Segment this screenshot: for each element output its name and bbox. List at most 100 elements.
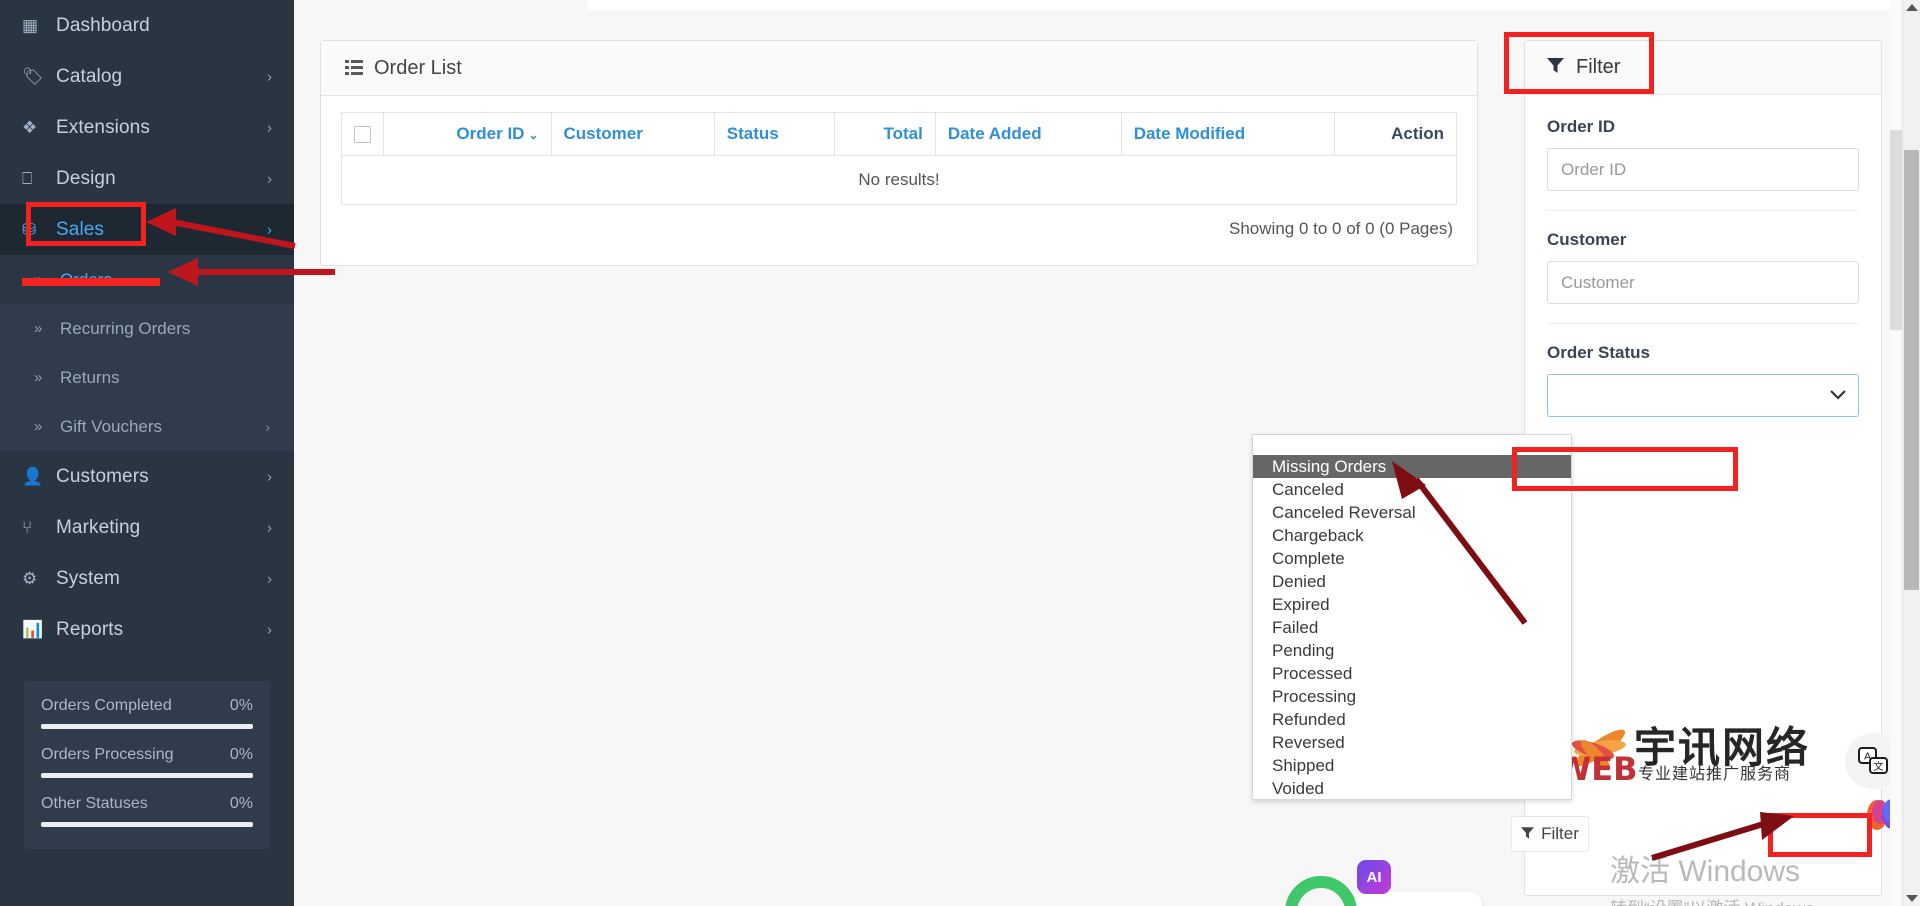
sidebar-subitem-label: Returns [60,367,120,387]
filter-group-order-id: Order ID Order ID [1547,117,1859,211]
double-chevron-icon: » [34,320,43,337]
dropdown-option-voided[interactable]: Voided [1253,777,1571,799]
sidebar-nav-bottom: 👤 Customers › ⑂ Marketing › ⚙ System › 📊 Reports › [0,451,294,655]
order-status-dropdown-list[interactable]: Missing Orders Canceled Canceled Reversal C… [1252,434,1572,800]
chevron-right-icon: › [267,119,272,136]
double-chevron-icon: » [34,369,43,386]
column-header-total[interactable]: Total [834,112,936,156]
column-header-status[interactable]: Status [713,112,836,156]
customer-input[interactable]: Customer [1547,261,1859,304]
column-header-date-modified[interactable]: Date Modified [1120,112,1336,156]
column-header-label: Date Added [947,124,1042,143]
dropdown-option-missing-orders[interactable]: Missing Orders [1253,455,1571,478]
sidebar-subitem-gift-vouchers[interactable]: » Gift Vouchers › [0,402,294,451]
column-header-label: Order ID [456,124,525,143]
chevron-right-icon: › [267,221,272,238]
dropdown-option-processed[interactable]: Processed [1253,662,1571,685]
order-table-header-row: Order ID ⌄ Customer Status Total Date Added Da… [341,112,1457,156]
chevron-down-icon [1830,387,1846,405]
order-id-input[interactable]: Order ID [1547,148,1859,191]
order-list-body: Order ID ⌄ Customer Status Total Date Added Da… [321,96,1477,249]
filter-group-order-status: Order Status [1547,343,1859,436]
inner-scrollbar-thumb[interactable] [1890,130,1902,330]
sidebar-item-label: Sales [56,218,105,240]
select-all-checkbox[interactable] [354,126,371,144]
stat-row: Orders Processing 0% [41,746,253,778]
filter-submit-button[interactable]: Filter [1511,816,1589,852]
dropdown-option-blank[interactable] [1253,435,1571,455]
column-header-label: Total [883,124,923,143]
dropdown-option-processing[interactable]: Processing [1253,685,1571,708]
sidebar-item-sales[interactable]: ⛁ Sales › [0,204,294,255]
scroll-up-arrow[interactable] [1906,4,1918,11]
bar-chart-icon: 📊 [22,619,44,639]
list-icon [345,60,363,76]
assistant-card-widget[interactable] [1352,892,1482,906]
sidebar-subitem-recurring-orders[interactable]: » Recurring Orders [0,304,294,353]
column-header-action: Action [1334,112,1457,156]
scroll-down-arrow[interactable] [1906,895,1918,902]
sidebar-item-customers[interactable]: 👤 Customers › [0,451,294,502]
cart-icon: ⛁ [22,219,37,239]
column-header-order-id[interactable]: Order ID ⌄ [383,112,552,156]
sidebar-item-reports[interactable]: 📊 Reports › [0,604,294,655]
pagination-summary: Showing 0 to 0 of 0 (0 Pages) [1229,219,1453,238]
sidebar-item-label: Marketing [56,516,141,538]
window-scrollbar-thumb[interactable] [1904,150,1919,590]
sidebar-subitem-returns[interactable]: » Returns [0,353,294,402]
column-header-label: Status [726,124,779,143]
dropdown-option-failed[interactable]: Failed [1253,616,1571,639]
dropdown-option-shipped[interactable]: Shipped [1253,754,1571,777]
tag-icon: 🏷 [22,66,44,86]
sidebar-item-dashboard[interactable]: ▦ Dashboard [0,0,294,51]
column-header-date-added[interactable]: Date Added [934,112,1122,156]
inner-scrollbar[interactable] [1890,0,1902,906]
dropdown-option-chargeback[interactable]: Chargeback [1253,524,1571,547]
order-status-select[interactable] [1547,374,1859,417]
window-scrollbar[interactable] [1902,0,1920,906]
stat-label: Other Statuses [41,795,148,812]
filter-fields: Order ID Order ID Customer Customer Order St… [1525,95,1881,436]
stat-progress-bar [41,773,253,778]
order-list-title: Order List [374,56,462,79]
dropdown-option-canceled-reversal[interactable]: Canceled Reversal [1253,501,1571,524]
sidebar-item-label: Extensions [56,116,150,138]
chevron-down-icon: ⌄ [528,128,539,142]
puzzle-icon: ❖ [22,117,38,137]
chevron-right-icon: › [267,170,272,187]
share-icon: ⑂ [22,517,33,537]
gear-icon: ⚙ [22,568,38,588]
annotation-underline-orders [22,278,160,286]
ai-badge[interactable]: AI [1357,860,1391,894]
dropdown-option-reversed[interactable]: Reversed [1253,731,1571,754]
order-table: Order ID ⌄ Customer Status Total Date Added Da… [341,112,1457,205]
stat-value: 0% [229,697,253,714]
column-header-label: Customer [563,124,643,143]
user-icon: 👤 [22,466,44,486]
dropdown-option-denied[interactable]: Denied [1253,570,1571,593]
dropdown-option-expired[interactable]: Expired [1253,593,1571,616]
column-header-customer[interactable]: Customer [550,112,715,156]
sidebar-item-label: Customers [56,465,149,487]
dropdown-option-complete[interactable]: Complete [1253,547,1571,570]
sidebar-item-marketing[interactable]: ⑂ Marketing › [0,502,294,553]
no-results-cell: No results! [341,155,1457,205]
sidebar-item-label: Reports [56,618,124,640]
sidebar-item-extensions[interactable]: ❖ Extensions › [0,102,294,153]
sidebar-item-design[interactable]: ⎕ Design › [0,153,294,204]
sidebar-item-system[interactable]: ⚙ System › [0,553,294,604]
sidebar-subitem-label: Recurring Orders [60,318,191,338]
chevron-right-icon: › [267,621,272,638]
sidebar-item-catalog[interactable]: 🏷 Catalog › [0,51,294,102]
order-list-panel: Order List Order ID ⌄ Customer Status Total D… [320,40,1478,266]
dropdown-option-pending[interactable]: Pending [1253,639,1571,662]
stat-label: Orders Completed [41,697,172,714]
stat-value: 0% [229,795,253,812]
dropdown-option-canceled[interactable]: Canceled [1253,478,1571,501]
chevron-right-icon: › [265,418,270,435]
dropdown-option-refunded[interactable]: Refunded [1253,708,1571,731]
select-all-header[interactable] [341,112,384,156]
chevron-right-icon: › [267,570,272,587]
dashboard-icon: ▦ [22,15,39,35]
sidebar-item-label: System [56,567,120,589]
